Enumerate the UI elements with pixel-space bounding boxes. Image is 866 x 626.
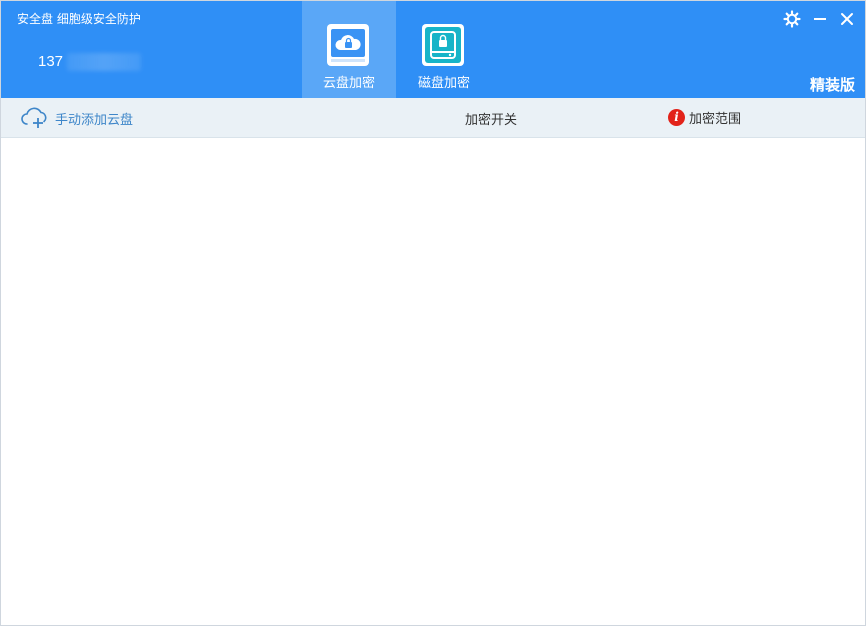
- add-cloud-button[interactable]: 手动添加云盘: [21, 107, 133, 129]
- settings-gear-icon[interactable]: [783, 10, 801, 28]
- cloud-add-icon: [21, 107, 47, 128]
- add-cloud-label: 手动添加云盘: [55, 112, 134, 128]
- disk-lock-icon: [422, 24, 464, 66]
- account-mask: [67, 53, 141, 71]
- app-title: 安全盘 细胞级安全防护: [17, 12, 141, 26]
- close-icon[interactable]: [838, 10, 856, 28]
- header-bar: 安全盘 细胞级安全防护 137 云盘加密 磁盘加密 精装版: [1, 1, 865, 98]
- tab-cloud-encrypt[interactable]: 云盘加密: [302, 1, 396, 98]
- encrypt-scope-button[interactable]: i 加密范围: [668, 108, 741, 127]
- account-number: 137: [38, 53, 64, 70]
- app-window: 安全盘 细胞级安全防护 137 云盘加密 磁盘加密 精装版 手动添加云盘 加密开…: [0, 0, 866, 626]
- encrypt-scope-label: 加密范围: [689, 112, 742, 127]
- tab-label: 磁盘加密: [417, 76, 470, 91]
- minimize-icon[interactable]: [811, 10, 829, 28]
- info-icon: i: [668, 109, 685, 126]
- encrypt-switch-header: 加密开关: [465, 113, 518, 128]
- tab-disk-encrypt[interactable]: 磁盘加密: [397, 1, 491, 98]
- tab-label: 云盘加密: [322, 76, 375, 91]
- cloud-list-area: [1, 138, 865, 625]
- toolbar: 手动添加云盘 加密开关 i 加密范围: [1, 98, 865, 138]
- cloud-lock-icon: [327, 24, 369, 66]
- edition-label: 精装版: [809, 76, 855, 94]
